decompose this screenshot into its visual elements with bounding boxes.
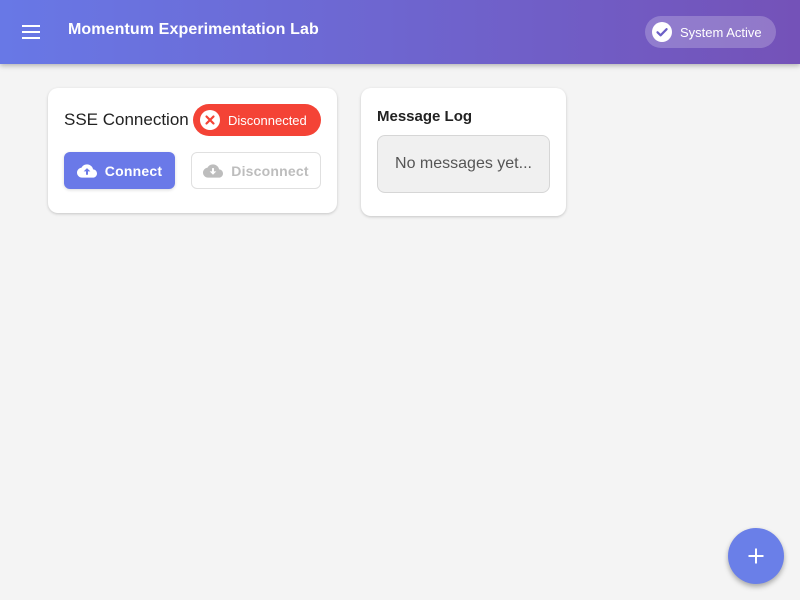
connection-status-badge: Disconnected: [193, 104, 321, 136]
sse-connection-title: SSE Connection: [64, 110, 189, 129]
connection-status-label: Disconnected: [228, 112, 307, 128]
menu-icon: [22, 25, 42, 39]
app-bar: Momentum Experimentation Lab System Acti…: [0, 0, 800, 64]
connect-button-label: Connect: [104, 162, 163, 179]
connect-button[interactable]: Connect: [64, 152, 175, 189]
disconnect-button-label: Disconnect: [231, 162, 309, 179]
message-log-title: Message Log: [377, 108, 473, 125]
cancel-circle-icon: [199, 109, 221, 131]
message-log-empty-text: No messages yet...: [395, 155, 532, 172]
check-circle-icon: [651, 21, 673, 43]
disconnect-button[interactable]: Disconnect: [191, 152, 321, 189]
sse-connection-card: SSE Connection Disconnected Connect Disc…: [48, 88, 337, 213]
plus-icon: [747, 547, 765, 565]
add-fab-button[interactable]: [728, 528, 784, 584]
system-status-chip: System Active: [645, 16, 776, 48]
message-log-card: Message Log No messages yet...: [361, 88, 566, 216]
menu-button[interactable]: [12, 12, 52, 52]
cloud-upload-icon: [76, 161, 97, 181]
system-status-label: System Active: [680, 24, 762, 40]
cloud-download-icon: [203, 161, 224, 181]
message-log-box[interactable]: No messages yet...: [377, 135, 550, 193]
app-title: Momentum Experimentation Lab: [68, 21, 319, 38]
